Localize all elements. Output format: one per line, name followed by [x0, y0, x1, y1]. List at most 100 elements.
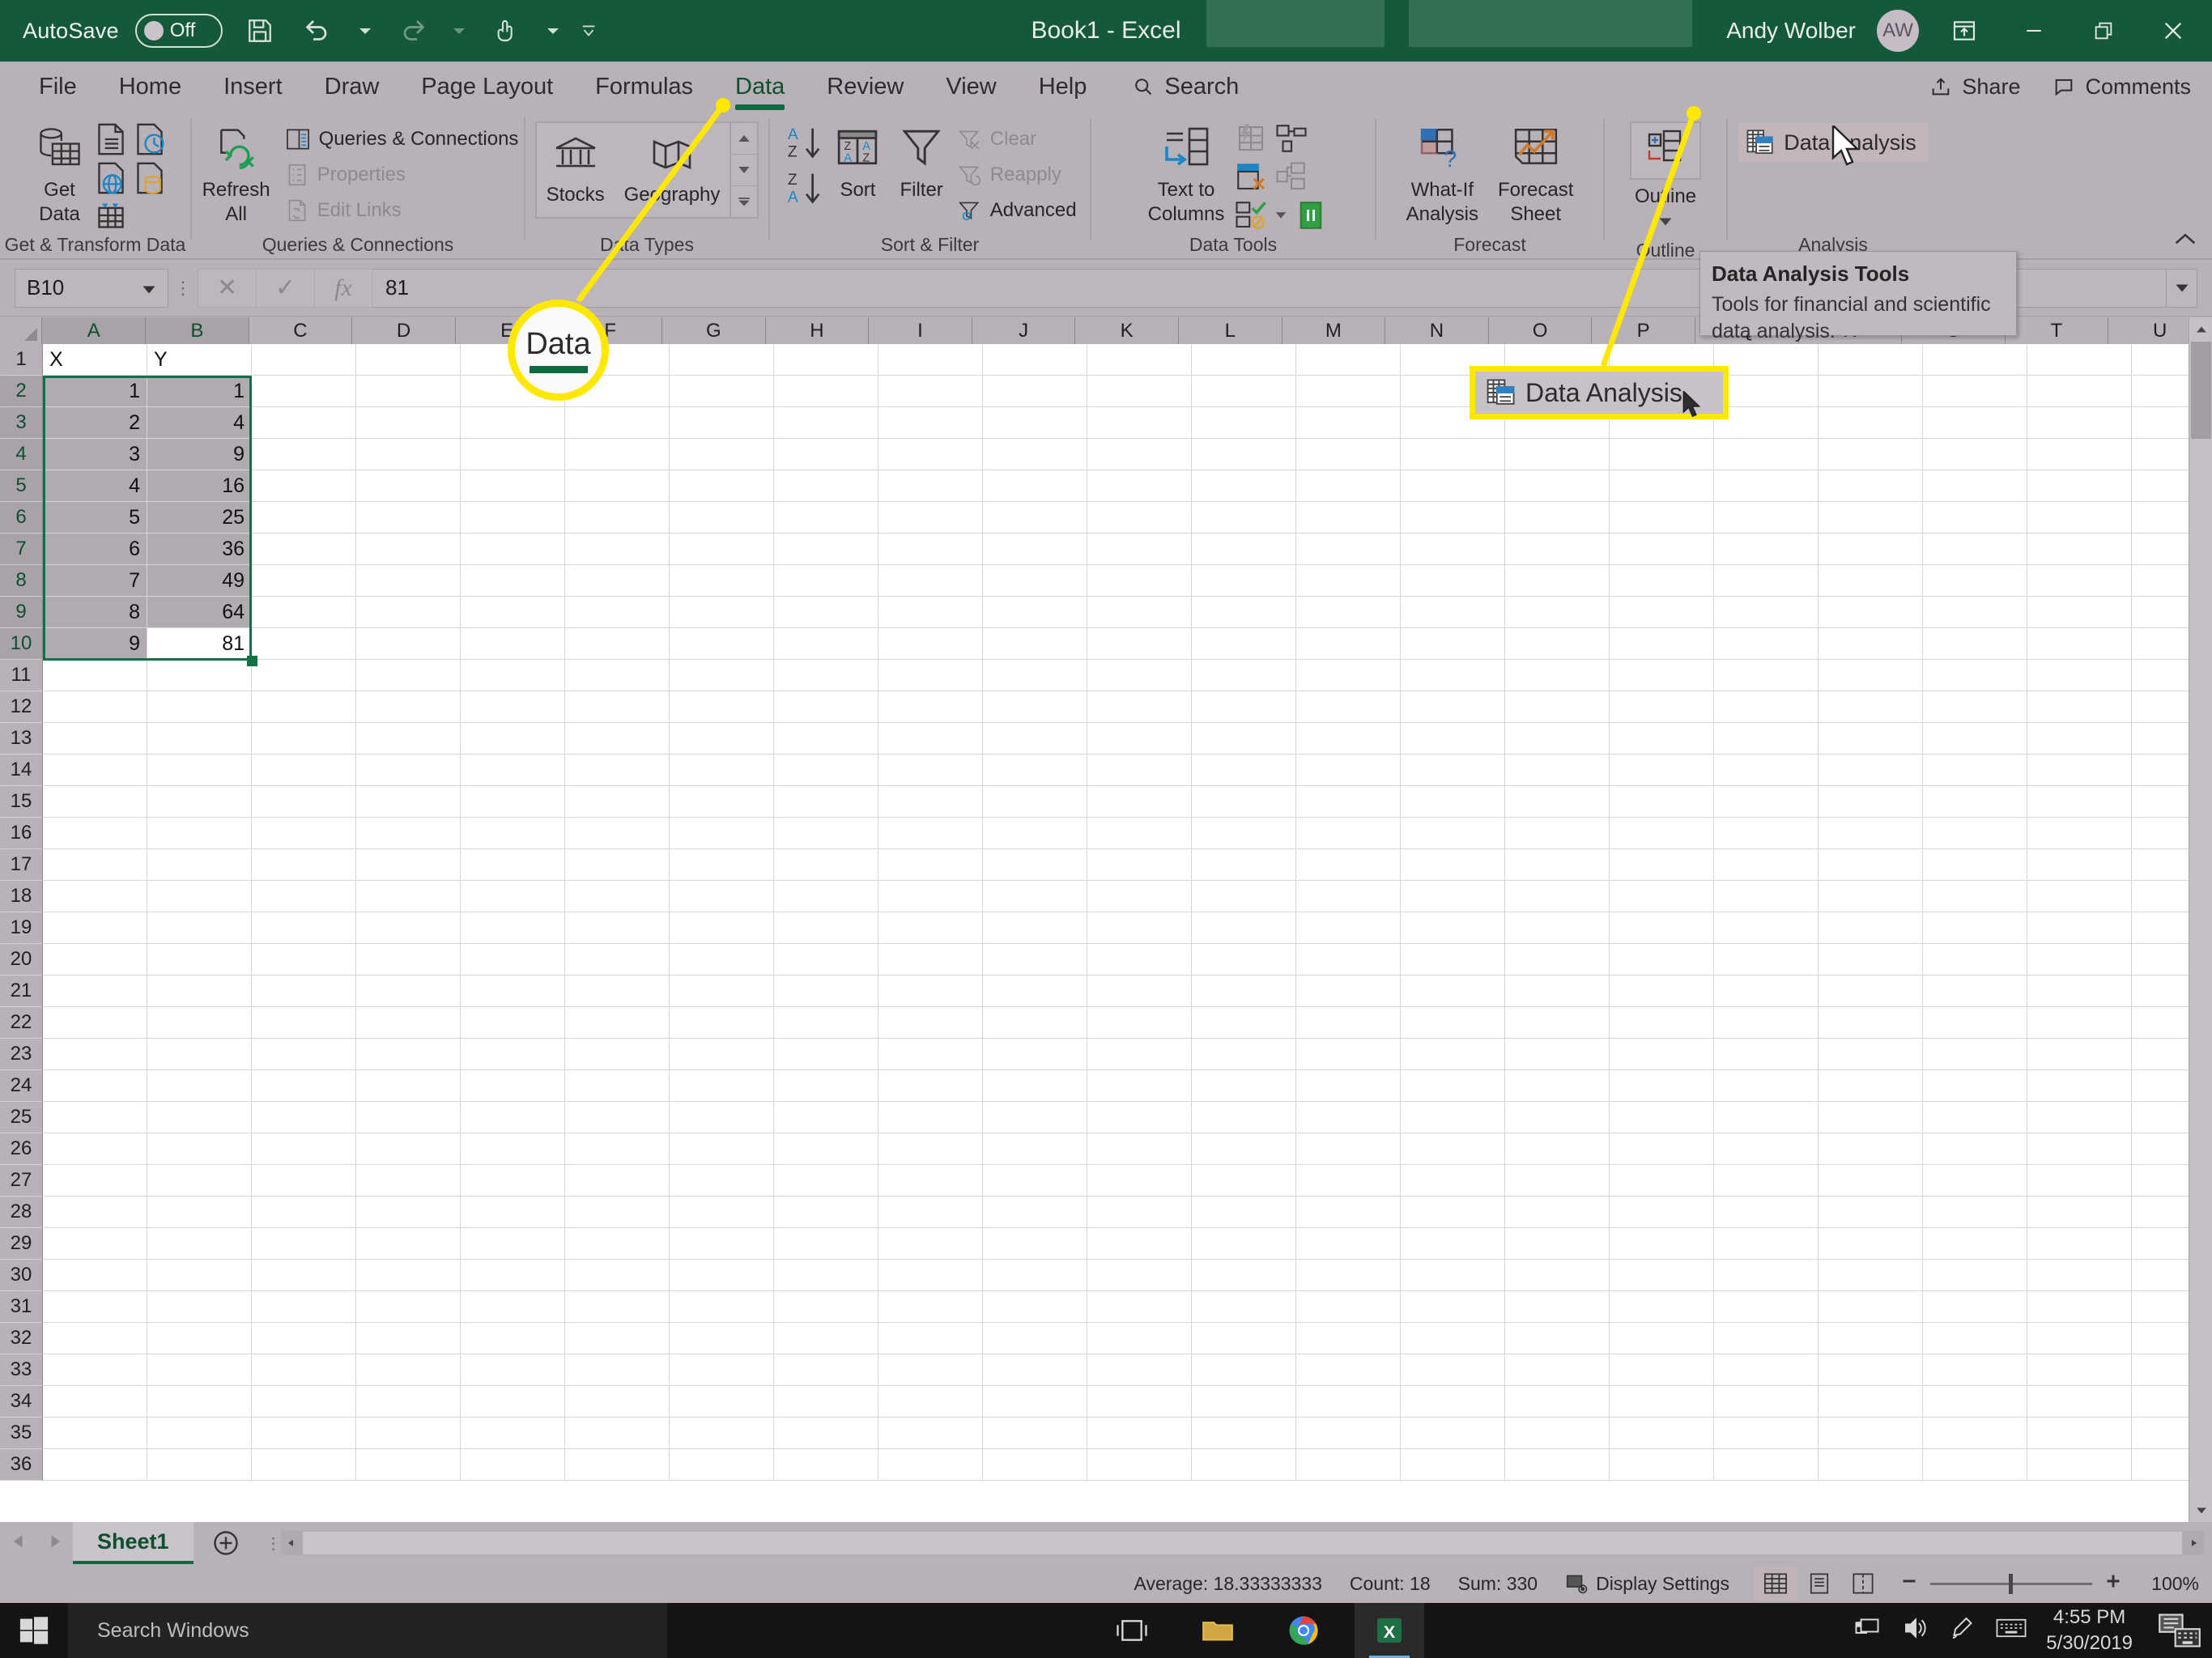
cell-M13[interactable]: [1296, 723, 1401, 755]
tab-formulas[interactable]: Formulas: [574, 62, 714, 112]
cell-C30[interactable]: [252, 1260, 356, 1291]
cell-I4[interactable]: [878, 439, 983, 470]
normal-view-icon[interactable]: [1754, 1566, 1797, 1601]
cell-C19[interactable]: [252, 912, 356, 944]
cell-N24[interactable]: [1401, 1070, 1505, 1102]
cell-K16[interactable]: [1087, 818, 1192, 849]
vertical-scrollbar[interactable]: [2189, 317, 2212, 1522]
cell-R19[interactable]: [1819, 912, 1923, 944]
cell-F12[interactable]: [565, 691, 670, 723]
cell-C8[interactable]: [252, 565, 356, 597]
cell-H1[interactable]: [774, 344, 878, 376]
cell-K14[interactable]: [1087, 755, 1192, 786]
cell-J13[interactable]: [983, 723, 1087, 755]
row-header-27[interactable]: 27: [0, 1165, 43, 1197]
cell-B12[interactable]: [147, 691, 252, 723]
flash-fill-icon[interactable]: [1234, 121, 1268, 155]
cell-R20[interactable]: [1819, 944, 1923, 976]
cell-K1[interactable]: [1087, 344, 1192, 376]
cell-P12[interactable]: [1610, 691, 1714, 723]
cell-R10[interactable]: [1819, 628, 1923, 660]
row-header-25[interactable]: 25: [0, 1102, 43, 1133]
cell-Q7[interactable]: [1714, 534, 1819, 565]
cell-R5[interactable]: [1819, 470, 1923, 502]
cell-F19[interactable]: [565, 912, 670, 944]
cell-N31[interactable]: [1401, 1291, 1505, 1323]
table-row[interactable]: 27: [0, 1165, 2212, 1197]
cell-E13[interactable]: [461, 723, 565, 755]
cell-R4[interactable]: [1819, 439, 1923, 470]
cell-P28[interactable]: [1610, 1197, 1714, 1228]
cell-E19[interactable]: [461, 912, 565, 944]
cell-N32[interactable]: [1401, 1323, 1505, 1354]
tab-help[interactable]: Help: [1018, 62, 1108, 112]
cell-M19[interactable]: [1296, 912, 1401, 944]
table-row[interactable]: 11: [0, 660, 2212, 691]
row-header-9[interactable]: 9: [0, 597, 43, 628]
cell-S35[interactable]: [1923, 1418, 2027, 1449]
cell-J18[interactable]: [983, 881, 1087, 912]
table-row[interactable]: 16: [0, 818, 2212, 849]
cell-B35[interactable]: [147, 1418, 252, 1449]
cell-C35[interactable]: [252, 1418, 356, 1449]
cell-A24[interactable]: [43, 1070, 147, 1102]
cell-D2[interactable]: [356, 376, 461, 407]
cell-P24[interactable]: [1610, 1070, 1714, 1102]
cell-A35[interactable]: [43, 1418, 147, 1449]
keyboard-icon[interactable]: [1996, 1617, 2027, 1645]
add-sheet-button[interactable]: [194, 1528, 258, 1558]
cell-A3[interactable]: 2: [43, 407, 147, 439]
cell-N25[interactable]: [1401, 1102, 1505, 1133]
cell-E14[interactable]: [461, 755, 565, 786]
from-web-icon[interactable]: [95, 160, 127, 196]
cell-A36[interactable]: [43, 1449, 147, 1481]
cell-P23[interactable]: [1610, 1039, 1714, 1070]
cell-B27[interactable]: [147, 1165, 252, 1197]
cell-R36[interactable]: [1819, 1449, 1923, 1481]
column-header-p[interactable]: P: [1592, 317, 1695, 344]
cell-T29[interactable]: [2027, 1228, 2132, 1260]
cell-R25[interactable]: [1819, 1102, 1923, 1133]
column-header-d[interactable]: D: [352, 317, 456, 344]
cell-C12[interactable]: [252, 691, 356, 723]
cell-G3[interactable]: [670, 407, 774, 439]
from-database-icon[interactable]: [134, 160, 166, 196]
row-header-32[interactable]: 32: [0, 1323, 43, 1354]
cell-I28[interactable]: [878, 1197, 983, 1228]
cell-G22[interactable]: [670, 1007, 774, 1039]
cell-R35[interactable]: [1819, 1418, 1923, 1449]
cell-T30[interactable]: [2027, 1260, 2132, 1291]
cell-B1[interactable]: Y: [147, 344, 252, 376]
cell-L7[interactable]: [1192, 534, 1296, 565]
cell-P5[interactable]: [1610, 470, 1714, 502]
cell-M33[interactable]: [1296, 1354, 1401, 1386]
cell-E9[interactable]: [461, 597, 565, 628]
stocks-button[interactable]: Stocks: [537, 123, 615, 217]
cell-N27[interactable]: [1401, 1165, 1505, 1197]
cell-K32[interactable]: [1087, 1323, 1192, 1354]
row-header-14[interactable]: 14: [0, 755, 43, 786]
cell-K34[interactable]: [1087, 1386, 1192, 1418]
pen-icon[interactable]: [1950, 1616, 1975, 1646]
display-settings-button[interactable]: Display Settings: [1565, 1572, 1729, 1595]
cell-D9[interactable]: [356, 597, 461, 628]
cell-H27[interactable]: [774, 1165, 878, 1197]
cell-L28[interactable]: [1192, 1197, 1296, 1228]
cell-Q36[interactable]: [1714, 1449, 1819, 1481]
cell-G27[interactable]: [670, 1165, 774, 1197]
cell-N4[interactable]: [1401, 439, 1505, 470]
cell-B3[interactable]: 4: [147, 407, 252, 439]
table-row[interactable]: 15: [0, 786, 2212, 818]
cell-A7[interactable]: 6: [43, 534, 147, 565]
column-header-c[interactable]: C: [249, 317, 353, 344]
cell-E4[interactable]: [461, 439, 565, 470]
cell-F31[interactable]: [565, 1291, 670, 1323]
cell-H10[interactable]: [774, 628, 878, 660]
zoom-slider[interactable]: [1930, 1573, 2092, 1594]
row-header-4[interactable]: 4: [0, 439, 43, 470]
cell-J30[interactable]: [983, 1260, 1087, 1291]
cell-R2[interactable]: [1819, 376, 1923, 407]
cell-J5[interactable]: [983, 470, 1087, 502]
cell-C32[interactable]: [252, 1323, 356, 1354]
cell-J25[interactable]: [983, 1102, 1087, 1133]
